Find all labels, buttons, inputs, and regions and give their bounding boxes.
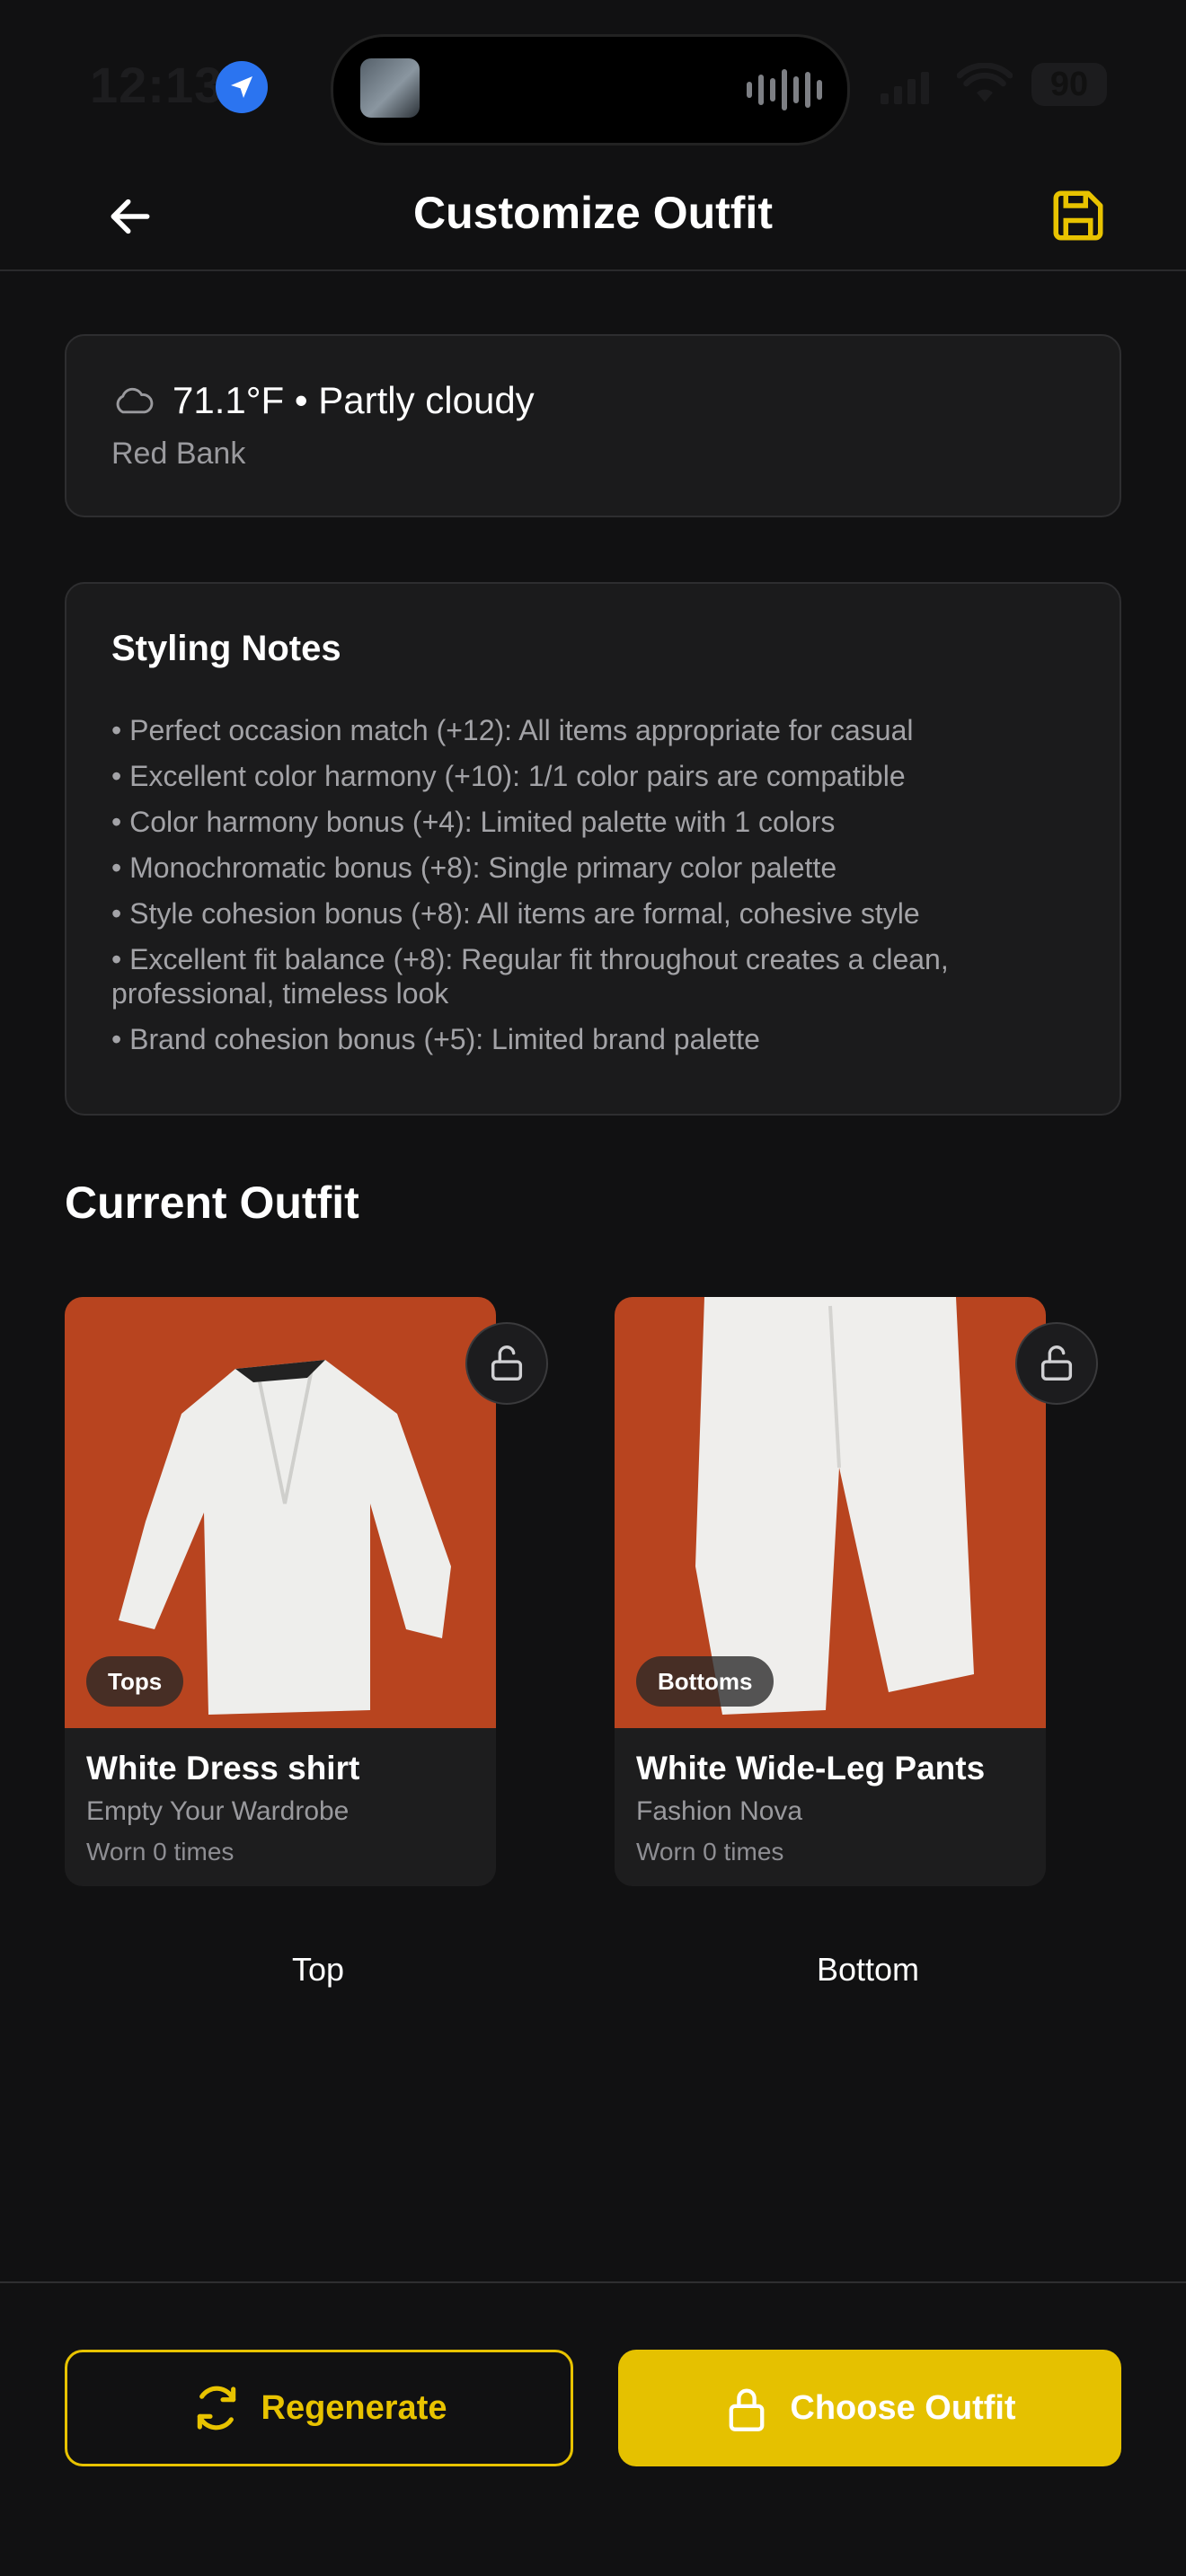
styling-notes-title: Styling Notes [111,629,341,668]
regenerate-label: Regenerate [261,2388,447,2427]
dynamic-island[interactable] [331,34,850,146]
save-icon [1053,190,1103,241]
styling-note: • Excellent fit balance (+8): Regular fi… [111,943,949,1010]
styling-note: • Monochromatic bonus (+8): Single prima… [111,851,837,884]
wifi-icon [956,62,1013,109]
outfit-item-top[interactable]: Tops White Dress shirt Empty Your Wardro… [65,1297,496,1886]
slot-label-top: Top [291,1951,345,1988]
lock-icon [730,2388,765,2431]
nav-header: Customize Outfit [0,153,1186,271]
item-name: White Wide-Leg Pants [636,1750,986,1786]
item-name: White Dress shirt [86,1750,360,1786]
item-photo: Tops [65,1297,496,1728]
location-arrow-icon [216,61,268,113]
lock-toggle-bottom[interactable] [1015,1322,1098,1405]
item-brand: Empty Your Wardrobe [86,1796,350,1826]
category-badge: Bottoms [636,1656,774,1707]
outfit-item-bottom[interactable]: Bottoms White Wide-Leg Pants Fashion Nov… [615,1297,1046,1886]
choose-outfit-label: Choose Outfit [790,2388,1016,2427]
styling-notes-card: Styling Notes • Perfect occasion match (… [65,582,1121,1116]
slot-label-bottom: Bottom [816,1951,920,1988]
styling-note: • Brand cohesion bonus (+5): Limited bra… [111,1023,760,1055]
choose-outfit-button[interactable]: Choose Outfit [618,2350,1121,2466]
styling-note: • Excellent color harmony (+10): 1/1 col… [111,760,906,792]
weather-location: Red Bank [111,437,246,471]
item-photo: Bottoms [615,1297,1046,1728]
weather-card: 71.1°F • Partly cloudy Red Bank [65,334,1121,517]
item-worn-count: Worn 0 times [86,1838,235,1866]
footer-divider [0,2281,1186,2283]
current-outfit-title: Current Outfit [65,1178,359,1228]
item-brand: Fashion Nova [636,1796,803,1826]
category-badge: Tops [86,1656,184,1707]
audio-waveform-icon [747,67,822,112]
styling-note: • Style cohesion bonus (+8): All items a… [111,897,920,930]
save-button[interactable] [1044,181,1112,250]
now-playing-artwork [360,58,420,118]
styling-notes-list: • Perfect occasion match (+12): All item… [111,713,1082,1068]
signal-icon [881,68,929,104]
styling-note: • Perfect occasion match (+12): All item… [111,714,914,746]
cloud-icon [116,387,154,414]
styling-note: • Color harmony bonus (+4): Limited pale… [111,806,836,838]
weather-summary: 71.1°F • Partly cloudy [173,379,535,421]
unlock-icon [1040,1345,1073,1381]
regenerate-button[interactable]: Regenerate [65,2350,573,2466]
battery-indicator: 90 [1031,63,1107,106]
item-worn-count: Worn 0 times [636,1838,784,1866]
status-time: 12:13 [90,57,224,113]
lock-toggle-top[interactable] [465,1322,548,1405]
refresh-icon [197,2386,235,2430]
unlock-icon [491,1345,523,1381]
page-title: Customize Outfit [413,188,773,238]
